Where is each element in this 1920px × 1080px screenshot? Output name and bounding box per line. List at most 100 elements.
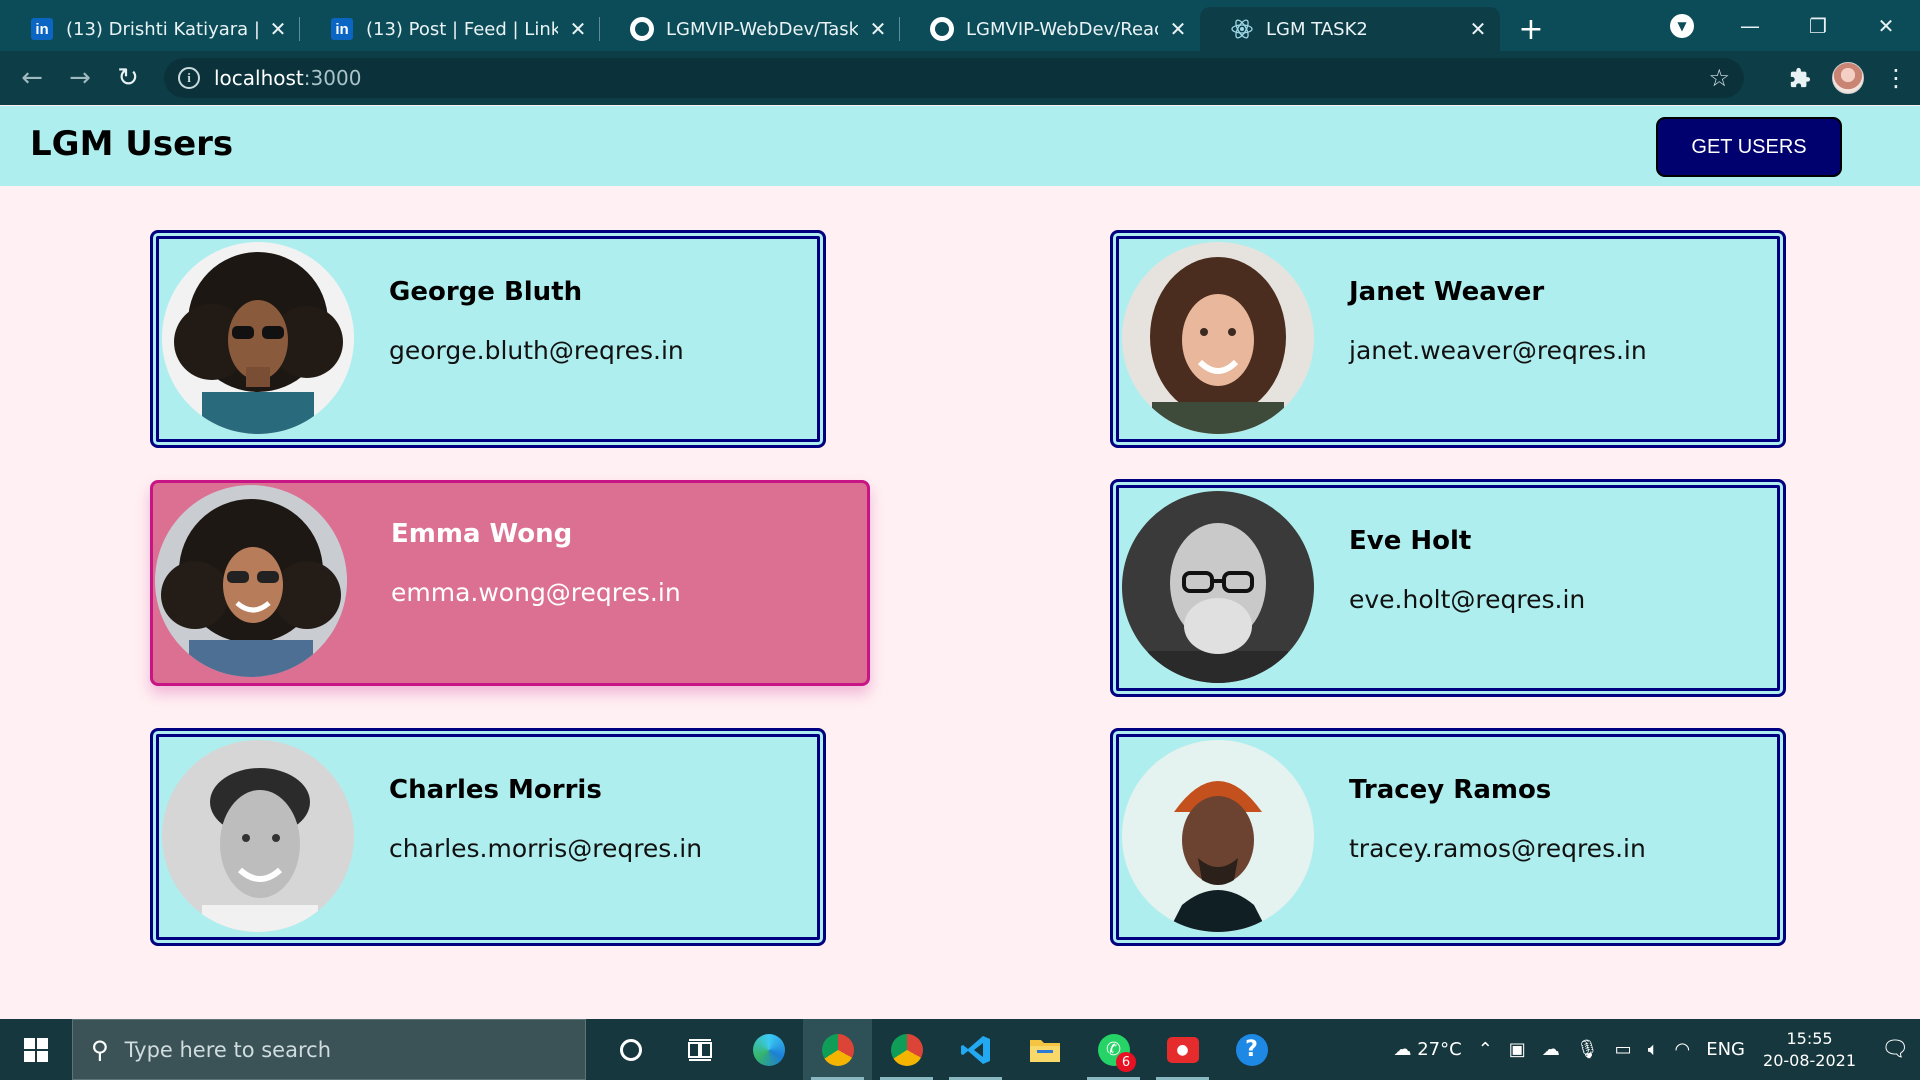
weather-icon[interactable]: ☁ 27°C [1385,1039,1469,1060]
system-tray: ☁ 27°C ⌃ ▣ ☁ 🎙︎ ▭ 🔈︎ ◠ ENG 15:55 20-08-2… [1385,1019,1920,1080]
battery-icon[interactable]: ▭ [1607,1039,1640,1060]
close-icon[interactable]: ✕ [266,17,290,41]
language-indicator[interactable]: ENG [1698,1039,1753,1060]
user-avatar [162,740,354,932]
tab-title: LGM TASK2 [1266,18,1368,40]
profile-menu-button[interactable]: ▼ [1648,0,1716,51]
bookmark-star-icon[interactable]: ☆ [1708,64,1730,92]
search-placeholder: Type here to search [124,1037,331,1062]
browser-tab-strip: in (13) Drishti Katiyara | LinkedIn ✕ in… [0,0,1920,51]
address-bar[interactable]: i localhost:3000 ☆ [164,58,1744,98]
tab-linkedin-feed[interactable]: in (13) Post | Feed | LinkedIn ✕ [300,7,600,51]
github-icon [630,17,654,41]
user-card[interactable]: Janet Weaver janet.weaver@reqres.in [1110,230,1786,448]
user-name: Eve Holt [1349,526,1472,556]
info-icon[interactable]: i [178,67,200,89]
task-view-icon[interactable] [665,1019,734,1080]
close-icon[interactable]: ✕ [1166,17,1190,41]
profile-avatar[interactable] [1824,54,1872,102]
toolbar-actions: ⋮ [1776,51,1920,105]
browser-toolbar: ← → ↻ i localhost:3000 ☆ ⋮ [0,51,1920,105]
react-icon [1230,17,1254,41]
chevron-down-icon: ▼ [1670,13,1694,38]
close-icon[interactable]: ✕ [866,17,890,41]
user-avatar [1122,491,1314,683]
weather-temp: 27°C [1417,1039,1462,1060]
clock[interactable]: 15:55 20-08-2021 [1753,1028,1870,1072]
tab-lgm-task2[interactable]: LGM TASK2 ✕ [1200,7,1500,51]
user-email: tracey.ramos@reqres.in [1349,834,1646,863]
user-avatar [1122,740,1314,932]
page-title: LGM Users [30,124,234,164]
chrome-profile-icon[interactable] [872,1019,941,1080]
clock-date: 20-08-2021 [1763,1050,1856,1070]
taskbar-search-box[interactable]: ⚲ Type here to search [72,1019,586,1080]
linkedin-icon: in [330,17,354,41]
microphone-icon[interactable]: 🎙︎ [1568,1039,1607,1060]
close-window-button[interactable]: ✕ [1852,0,1920,51]
taskbar-apps: ✆ 6 ● ? [596,1019,1286,1080]
user-email: emma.wong@reqres.in [391,578,681,607]
tab-title: (13) Post | Feed | LinkedIn [366,18,558,40]
tab-linkedin-profile[interactable]: in (13) Drishti Katiyara | LinkedIn ✕ [0,7,300,51]
back-button[interactable]: ← [8,54,56,102]
chrome-icon[interactable] [803,1019,872,1080]
linkedin-icon: in [30,17,54,41]
vscode-icon[interactable] [941,1019,1010,1080]
user-name: Janet Weaver [1349,277,1545,307]
meet-now-icon[interactable]: ▣ [1501,1039,1534,1060]
user-avatar [155,485,347,677]
forward-button[interactable]: → [56,54,104,102]
github-icon [930,17,954,41]
url-text: localhost:3000 [214,66,362,90]
user-email: charles.morris@reqres.in [389,834,703,863]
user-name: Tracey Ramos [1349,775,1552,805]
user-avatar [162,242,354,434]
minimize-button[interactable]: — [1716,0,1784,51]
user-name: Charles Morris [389,775,602,805]
search-icon: ⚲ [91,1035,109,1064]
chevron-up-icon[interactable]: ⌃ [1470,1039,1501,1060]
app-header: LGM Users GET USERS [0,106,1920,186]
tab-title: (13) Drishti Katiyara | LinkedIn [66,18,258,40]
windows-logo-icon [24,1037,48,1062]
help-icon[interactable]: ? [1217,1019,1286,1080]
clock-time: 15:55 [1786,1028,1833,1048]
extensions-icon[interactable] [1776,54,1824,102]
cortana-icon[interactable] [596,1019,665,1080]
user-name: Emma Wong [391,519,573,549]
tab-github-react[interactable]: LGMVIP-WebDev/React.jpg ✕ [900,7,1200,51]
user-card[interactable]: Charles Morris charles.morris@reqres.in [150,728,826,946]
start-button[interactable] [0,1019,72,1080]
user-card[interactable]: Tracey Ramos tracey.ramos@reqres.in [1110,728,1786,946]
tab-title: LGMVIP-WebDev/Task 2 at [666,18,858,40]
get-users-button[interactable]: GET USERS [1656,117,1842,177]
user-name: George Bluth [389,277,583,307]
tab-title: LGMVIP-WebDev/React.jpg [966,18,1158,40]
windows-taskbar: ⚲ Type here to search ✆ 6 ● ? ☁ 27°C ⌃ ▣… [0,1019,1920,1080]
reload-button[interactable]: ↻ [104,54,152,102]
user-card-hovered[interactable]: Emma Wong emma.wong@reqres.in [150,480,870,686]
more-menu-icon[interactable]: ⋮ [1872,54,1920,102]
tab-github-task2[interactable]: LGMVIP-WebDev/Task 2 at ✕ [600,7,900,51]
screen-recorder-icon[interactable]: ● [1148,1019,1217,1080]
new-tab-button[interactable]: + [1506,7,1556,51]
user-email: janet.weaver@reqres.in [1349,336,1647,365]
restore-button[interactable]: ❐ [1784,0,1852,51]
edge-icon[interactable] [734,1019,803,1080]
close-icon[interactable]: ✕ [566,17,590,41]
file-explorer-icon[interactable] [1010,1019,1079,1080]
user-email: george.bluth@reqres.in [389,336,684,365]
close-icon[interactable]: ✕ [1466,17,1490,41]
user-email: eve.holt@reqres.in [1349,585,1586,614]
notification-center-icon[interactable]: 🗨︎ [1870,1019,1920,1080]
window-controls: ▼ — ❐ ✕ [1648,0,1920,51]
onedrive-icon[interactable]: ☁ [1534,1039,1568,1060]
volume-icon[interactable]: 🔈︎ [1640,1039,1667,1060]
notification-badge: 6 [1116,1052,1136,1072]
user-avatar [1122,242,1314,434]
whatsapp-icon[interactable]: ✆ 6 [1079,1019,1148,1080]
user-card[interactable]: Eve Holt eve.holt@reqres.in [1110,479,1786,697]
user-card[interactable]: George Bluth george.bluth@reqres.in [150,230,826,448]
wifi-icon[interactable]: ◠ [1667,1039,1699,1060]
